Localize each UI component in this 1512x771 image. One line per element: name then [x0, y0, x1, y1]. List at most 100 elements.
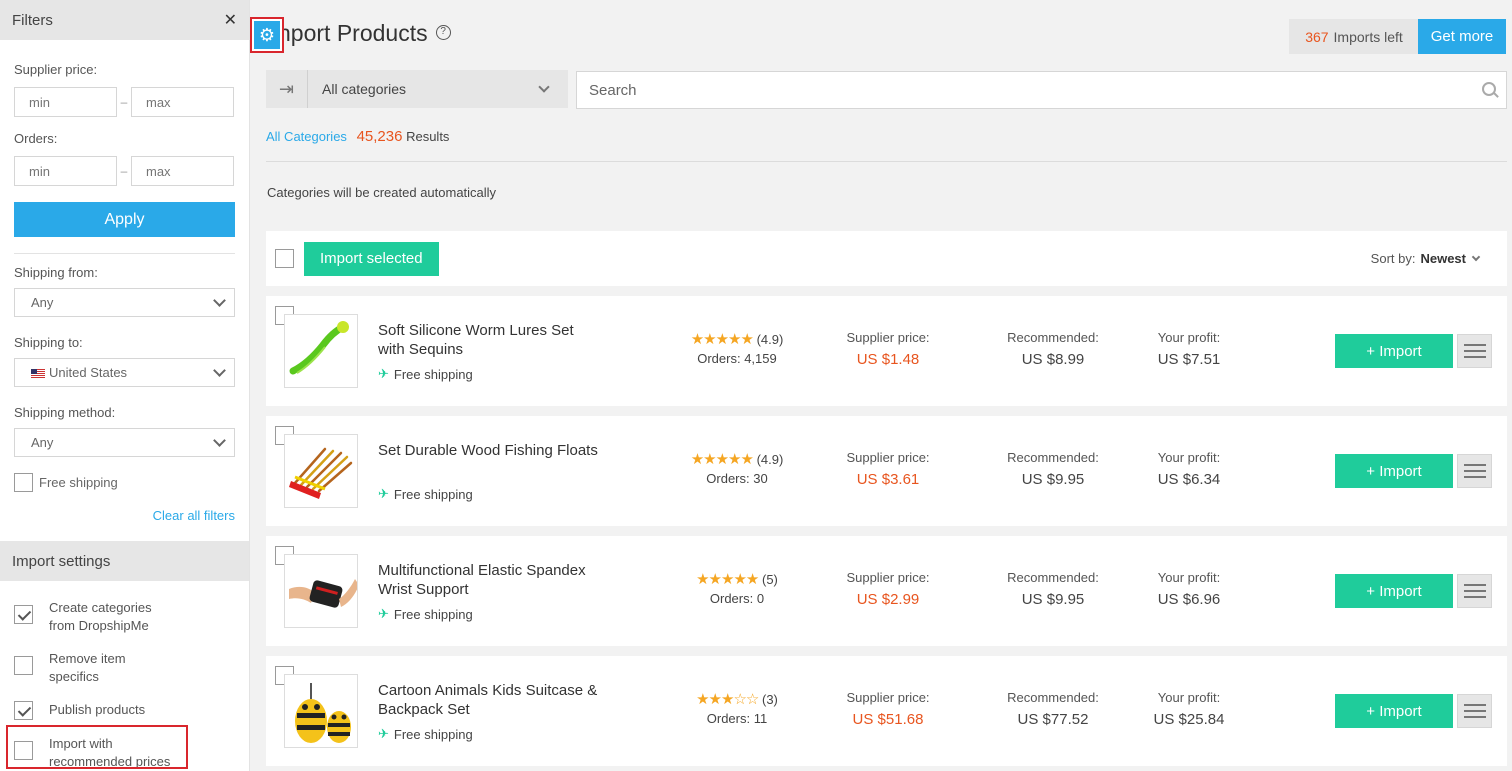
highlight-box	[6, 725, 188, 769]
filters-sidebar: Filters ✕ Supplier price: – Orders: – Ap…	[0, 0, 250, 771]
profit: Your profit: US $6.34	[1157, 450, 1221, 488]
filters-title: Filters	[12, 11, 53, 29]
orders-min-input[interactable]	[14, 156, 117, 186]
star-icon: ★★★★★	[690, 331, 754, 348]
profit: Your profit: US $7.51	[1157, 330, 1221, 368]
profit: Your profit: US $25.84	[1153, 690, 1225, 728]
category-select[interactable]: ⇥ All categories	[266, 70, 568, 108]
remove-specifics-checkbox[interactable]	[14, 656, 33, 675]
apply-button[interactable]: Apply	[14, 202, 235, 237]
orders-count: 11	[753, 711, 768, 726]
product-rating: ★★★★★ (4.9) Orders: 30	[690, 451, 784, 486]
import-button[interactable]: + Import	[1335, 574, 1453, 608]
search-input[interactable]	[577, 72, 1476, 108]
search-box	[576, 71, 1507, 109]
setting-remove-specifics: Remove item specifics	[0, 650, 249, 686]
supplier-price-range: –	[14, 87, 235, 117]
product-name[interactable]: Set Durable Wood Fishing Floats	[378, 441, 598, 460]
imports-left-badge: 367 Imports left	[1289, 19, 1419, 54]
chevron-down-icon	[213, 293, 226, 307]
orders-max-input[interactable]	[131, 156, 234, 186]
sort-label: Sort by:	[1370, 251, 1416, 266]
get-more-button[interactable]: Get more	[1418, 19, 1506, 54]
orders-count: 4,159	[744, 351, 777, 366]
menu-icon[interactable]	[1457, 454, 1492, 488]
select-all-checkbox[interactable]	[275, 249, 294, 268]
results-summary: All Categories 45,236 Results	[266, 128, 449, 145]
help-icon[interactable]: ?	[435, 25, 451, 41]
import-settings-title: Import settings	[12, 552, 111, 570]
shipping-from-select[interactable]: Any	[14, 288, 235, 317]
product-image[interactable]	[284, 674, 358, 748]
filters-header: Filters ✕	[0, 0, 249, 40]
menu-icon[interactable]	[1457, 574, 1492, 608]
chevron-down-icon	[538, 80, 550, 93]
setting-publish-products: Publish products	[0, 701, 249, 720]
orders-count: 0	[756, 591, 765, 606]
free-shipping-checkbox[interactable]	[14, 473, 33, 492]
setting-label: Publish products	[49, 702, 146, 717]
shipping-method-select[interactable]: Any	[14, 428, 235, 457]
divider	[14, 253, 235, 254]
sort-dropdown[interactable]: Sort by: Newest	[1370, 251, 1481, 266]
product-card: Set Durable Wood Fishing Floats ✈ Free sh…	[266, 416, 1507, 526]
product-image[interactable]	[284, 314, 358, 388]
menu-icon[interactable]	[1457, 694, 1492, 728]
range-dash: –	[120, 95, 128, 109]
supplier-price: Supplier price: US $3.61	[846, 450, 930, 488]
main-content: nport Products? ⚙ 367 Imports left Get m…	[250, 0, 1512, 771]
plane-icon: ✈	[378, 486, 389, 501]
free-shipping-tag: ✈ Free shipping	[378, 486, 473, 502]
clear-all-filters-link[interactable]: Clear all filters	[14, 508, 235, 523]
chevron-down-icon	[1471, 252, 1481, 261]
category-value: All categories	[322, 81, 407, 97]
publish-products-checkbox[interactable]	[14, 701, 33, 720]
setting-label: Create categories from DropshipMe	[49, 600, 152, 633]
orders-range: –	[14, 156, 235, 186]
create-categories-checkbox[interactable]	[14, 605, 33, 624]
all-categories-link[interactable]: All Categories	[266, 129, 347, 144]
plane-icon: ✈	[378, 726, 389, 741]
product-image[interactable]	[284, 554, 358, 628]
recommended-price: Recommended: US $77.52	[1007, 690, 1099, 728]
us-flag-icon	[31, 369, 45, 379]
range-dash: –	[120, 164, 128, 178]
supplier-price: Supplier price: US $51.68	[846, 690, 930, 728]
results-label: Results	[406, 129, 450, 144]
gear-icon: ⚙	[254, 21, 280, 49]
product-image[interactable]	[284, 434, 358, 508]
shipping-to-select[interactable]: United States	[14, 358, 235, 387]
import-button[interactable]: + Import	[1335, 454, 1453, 488]
recommended-price: Recommended: US $9.95	[1007, 570, 1099, 608]
menu-icon[interactable]	[1457, 334, 1492, 368]
import-selected-button[interactable]: Import selected	[304, 241, 439, 276]
product-name[interactable]: Soft Silicone Worm Lures Set with Sequin…	[378, 321, 598, 359]
supplier-price-min-input[interactable]	[14, 87, 117, 117]
results-count: 45,236	[356, 128, 403, 145]
free-shipping-label: Free shipping	[39, 475, 118, 490]
free-shipping-tag: ✈ Free shipping	[378, 726, 473, 742]
supplier-price-label: Supplier price:	[14, 62, 98, 77]
recommended-price: Recommended: US $9.95	[1007, 450, 1099, 488]
setting-create-categories: Create categories from DropshipMe	[0, 599, 249, 635]
supplier-price: Supplier price: US $1.48	[846, 330, 930, 368]
shipping-method-value: Any	[31, 435, 54, 450]
import-button[interactable]: + Import	[1335, 694, 1453, 728]
import-button[interactable]: + Import	[1335, 334, 1453, 368]
plane-icon: ✈	[378, 606, 389, 621]
auto-categories-note: Categories will be created automatically	[267, 185, 497, 200]
profit: Your profit: US $6.96	[1157, 570, 1221, 608]
imports-left-label: Imports left	[1333, 28, 1403, 45]
search-icon[interactable]	[1476, 72, 1506, 108]
chevron-down-icon	[213, 363, 226, 377]
product-name[interactable]: Cartoon Animals Kids Suitcase & Backpack…	[378, 681, 598, 719]
plane-icon: ✈	[378, 366, 389, 381]
shipping-from-label: Shipping from:	[14, 265, 98, 280]
product-name[interactable]: Multifunctional Elastic Spandex Wrist Su…	[378, 561, 598, 599]
supplier-price-max-input[interactable]	[131, 87, 234, 117]
free-shipping-tag: ✈ Free shipping	[378, 606, 473, 622]
orders-label: Orders:	[14, 131, 58, 146]
settings-button[interactable]: ⚙	[250, 17, 284, 53]
product-rating: ★★★★★ (5) Orders: 0	[696, 571, 778, 606]
close-icon[interactable]: ✕	[224, 10, 237, 30]
